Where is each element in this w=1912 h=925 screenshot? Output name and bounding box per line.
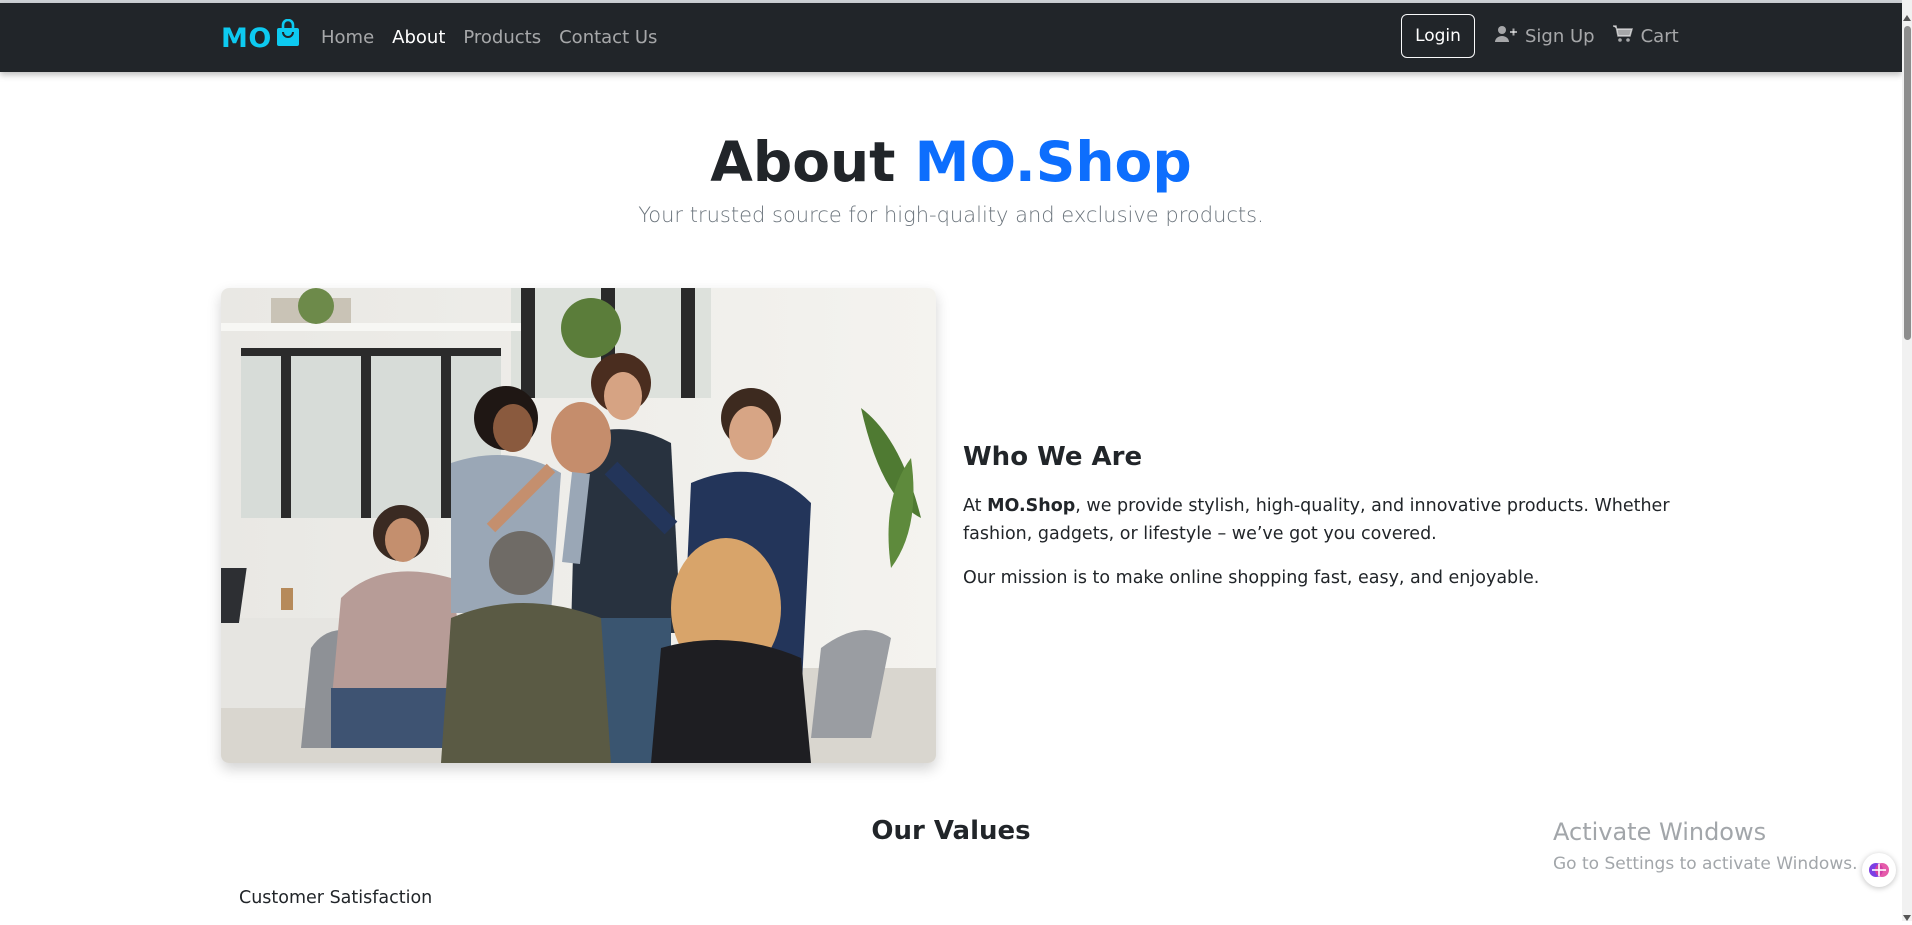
mission-paragraph: Our mission is to make online shopping f… (963, 568, 1540, 588)
brand-text: MO (221, 23, 272, 54)
value-item-customer-satisfaction: Customer Satisfaction (239, 888, 433, 908)
nav-links: Home About Products Contact Us (321, 27, 657, 48)
page-subtitle: Your trusted source for high-quality and… (638, 203, 1264, 227)
watermark-subtitle: Go to Settings to activate Windows. (1553, 854, 1858, 874)
cart-icon (1612, 24, 1641, 48)
add-user-icon (1495, 25, 1525, 48)
nav-link-about[interactable]: About (392, 27, 445, 48)
nav-link-products[interactable]: Products (463, 27, 541, 48)
signup-link[interactable]: Sign Up (1495, 25, 1595, 48)
nav-link-home[interactable]: Home (321, 27, 374, 48)
page-title-prefix: About (710, 130, 896, 194)
activate-windows-watermark: Activate Windows Go to Settings to activ… (1553, 818, 1858, 874)
who-we-are-heading: Who We Are (963, 442, 1143, 472)
nav-link-contact[interactable]: Contact Us (559, 27, 657, 48)
watermark-title: Activate Windows (1553, 818, 1767, 846)
nav-actions: Login Sign Up Cart (1401, 14, 1679, 58)
navbar: MO Home About Products Contact Us Login (0, 3, 1902, 72)
login-button[interactable]: Login (1401, 14, 1475, 58)
cart-label: Cart (1640, 25, 1679, 47)
page-title-brand: MO.Shop (914, 130, 1192, 194)
team-photo (221, 288, 936, 763)
scrollbar-thumb[interactable] (1904, 26, 1911, 340)
scroll-down-icon[interactable] (1903, 906, 1911, 925)
brand-logo[interactable]: MO (221, 18, 301, 54)
who-p1-brand: MO.Shop (987, 496, 1076, 516)
who-we-are-paragraph: At MO.Shop, we provide stylish, high-qua… (963, 492, 1683, 548)
signup-label: Sign Up (1525, 25, 1595, 47)
scroll-up-icon[interactable] (1903, 6, 1911, 25)
copilot-icon[interactable] (1862, 853, 1896, 887)
page-title: About MO.Shop (0, 128, 1902, 196)
who-p1-pre: At (963, 496, 988, 516)
cart-link[interactable]: Cart (1612, 24, 1679, 48)
shopping-bag-icon (275, 18, 301, 54)
